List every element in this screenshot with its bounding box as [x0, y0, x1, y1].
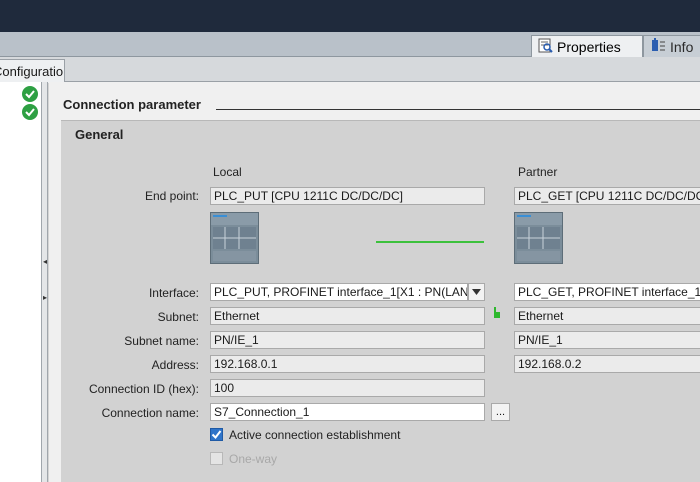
general-title: General — [75, 127, 124, 142]
interface-label: Interface: — [148, 286, 199, 300]
partner-interface-select[interactable]: PLC_GET, PROFINET interface_1[X1 : PN(LA… — [514, 283, 700, 301]
chevron-down-icon[interactable] — [468, 283, 485, 301]
partner-subnet-name-field: PN/IE_1 — [514, 331, 700, 349]
local-subnet-name-field: PN/IE_1 — [210, 331, 485, 349]
partner-end-point-field: PLC_GET [CPU 1211C DC/DC/DC] — [514, 187, 700, 205]
properties-icon — [538, 38, 553, 56]
tab-configuration-label: Configuration — [0, 64, 64, 79]
address-label: Address: — [151, 358, 199, 372]
local-end-point-field: PLC_PUT [CPU 1211C DC/DC/DC] — [210, 187, 485, 205]
connection-name-input[interactable]: S7_Connection_1 — [210, 403, 485, 421]
tab-info[interactable]: Info — [643, 35, 700, 57]
partner-address-field: 192.168.0.2 — [514, 355, 700, 373]
local-address-field: 192.168.0.1 — [210, 355, 485, 373]
collapse-left-icon[interactable]: ◂ — [42, 254, 48, 268]
active-connection-checkbox[interactable] — [210, 428, 223, 441]
connection-name-label: Connection name: — [101, 406, 199, 420]
local-interface-select[interactable]: PLC_PUT, PROFINET interface_1[X1 : PN(LA… — [210, 283, 468, 301]
subtab-bar: Configuration — [0, 57, 700, 83]
tab-info-label: Info — [670, 38, 694, 55]
tab-configuration[interactable]: Configuration — [0, 59, 65, 83]
end-point-label: End point: — [144, 189, 199, 203]
section-divider — [216, 109, 700, 110]
subnet-name-label: Subnet name: — [124, 334, 199, 348]
one-way-label: One-way — [229, 452, 278, 466]
local-heading: Local — [213, 165, 242, 179]
tab-properties[interactable]: Properties — [531, 35, 643, 57]
local-plc-device[interactable] — [210, 212, 259, 264]
navigation-panel — [0, 82, 42, 482]
active-connection-label: Active connection establishment — [229, 428, 401, 442]
partner-heading: Partner — [518, 165, 558, 179]
local-subnet-field: Ethernet — [210, 307, 485, 325]
connection-id-label: Connection ID (hex): — [88, 382, 199, 396]
connection-line — [376, 241, 484, 243]
info-icon — [650, 37, 666, 56]
inspector-tab-strip: Properties Info — [0, 32, 700, 57]
title-bar — [0, 0, 700, 32]
tab-properties-label: Properties — [557, 38, 621, 55]
connection-id-field: 100 — [210, 379, 485, 397]
section-title: Connection parameter — [63, 97, 201, 112]
properties-content: Connection parameter General Local Partn… — [49, 82, 700, 482]
panel-splitter[interactable]: ◂ ▸ — [42, 82, 48, 482]
subnet-label: Subnet: — [157, 310, 199, 324]
check-circle-icon — [22, 104, 38, 120]
one-way-checkbox[interactable] — [210, 452, 223, 465]
check-circle-icon — [22, 86, 38, 102]
partner-subnet-field: Ethernet — [514, 307, 700, 325]
partner-plc-device[interactable] — [514, 212, 563, 264]
subnet-link-dot — [494, 312, 500, 318]
browse-button[interactable]: ... — [491, 403, 510, 421]
general-panel: General Local Partner End point: PLC_PUT… — [61, 120, 700, 482]
